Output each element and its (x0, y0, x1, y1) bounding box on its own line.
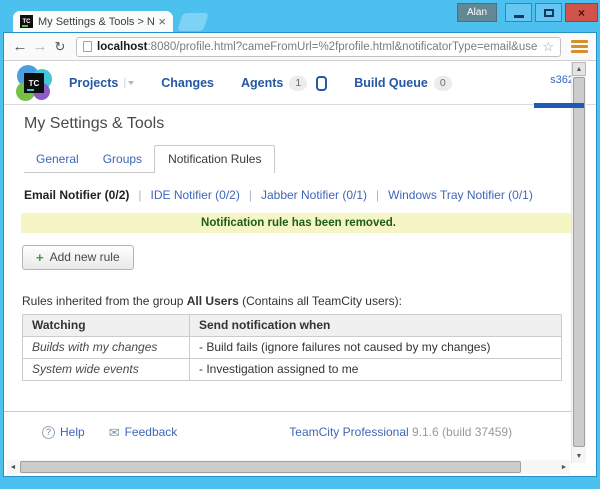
notifier-jabber[interactable]: Jabber Notifier (0/1) (261, 188, 367, 202)
table-row: Builds with my changes - Build fails (ig… (23, 337, 562, 359)
header-accent-bar (534, 103, 584, 108)
minimize-button[interactable] (505, 3, 532, 22)
add-new-rule-label: Add new rule (50, 250, 120, 264)
column-send-when: Send notification when (190, 315, 562, 337)
browser-tab[interactable]: TC My Settings & Tools > No × (13, 11, 173, 32)
menu-icon[interactable] (571, 40, 588, 53)
version-text: 9.1.6 (build 37459) (412, 425, 512, 439)
plus-icon: + (36, 251, 44, 264)
scroll-right-icon[interactable]: ► (558, 460, 570, 474)
tab-general[interactable]: General (24, 147, 91, 172)
horizontal-scrollbar-thumb[interactable] (20, 461, 521, 473)
bookmark-star-icon[interactable]: ☆ (542, 40, 554, 53)
scroll-down-icon[interactable]: ▼ (572, 449, 586, 463)
window-controls: Alan × (457, 3, 598, 22)
nav-build-queue[interactable]: Build Queue (354, 76, 428, 90)
url-text[interactable]: localhost:8080/profile.html?cameFromUrl=… (97, 41, 537, 53)
product-link[interactable]: TeamCity Professional (289, 425, 408, 439)
page-icon (83, 41, 92, 52)
teamcity-header: TC Projects | Changes Agents 1 Build Que… (4, 62, 596, 105)
add-new-rule-button[interactable]: + Add new rule (22, 245, 134, 270)
notifier-ide[interactable]: IDE Notifier (0/2) (150, 188, 239, 202)
maximize-button[interactable] (535, 3, 562, 22)
teamcity-logo-icon: TC (24, 73, 44, 93)
page-title: My Settings & Tools (24, 115, 576, 133)
notifier-email[interactable]: Email Notifier (0/2) (24, 188, 129, 202)
maximize-icon (544, 9, 554, 17)
tab-notification-rules[interactable]: Notification Rules (154, 145, 275, 173)
page-footer: ? Help ✉ Feedback TeamCity Professional … (4, 411, 572, 439)
url-host: localhost (97, 41, 147, 53)
user-badge[interactable]: Alan (457, 3, 497, 22)
chevron-down-icon[interactable] (128, 81, 134, 85)
rules-table: Watching Send notification when Builds w… (22, 314, 562, 381)
settings-page: My Settings & Tools General Groups Notif… (4, 105, 596, 381)
nav-separator: | (123, 77, 126, 89)
tab-close-icon[interactable]: × (158, 15, 166, 28)
notifier-windows-tray[interactable]: Windows Tray Notifier (0/1) (388, 188, 533, 202)
scroll-left-icon[interactable]: ◄ (7, 460, 19, 474)
main-nav: Projects | Changes Agents 1 Build Queue … (69, 76, 479, 91)
close-icon: × (578, 7, 585, 19)
settings-tabs: General Groups Notification Rules (24, 145, 275, 173)
product-info: TeamCity Professional 9.1.6 (build 37459… (289, 425, 512, 439)
help-icon: ? (42, 426, 55, 439)
browser-window: ← → ↻ localhost:8080/profile.html?cameFr… (3, 32, 597, 477)
close-button[interactable]: × (565, 3, 598, 22)
vertical-scrollbar-thumb[interactable] (573, 77, 585, 447)
forward-icon[interactable]: → (30, 39, 50, 54)
reload-icon[interactable]: ↻ (50, 40, 70, 53)
tab-groups[interactable]: Groups (91, 147, 154, 172)
success-message: Notification rule has been removed. (21, 213, 576, 233)
vertical-scrollbar[interactable]: ▲ ▼ (571, 62, 586, 463)
help-link[interactable]: ? Help (42, 425, 85, 439)
nav-changes[interactable]: Changes (161, 76, 214, 90)
page-viewport: TC Projects | Changes Agents 1 Build Que… (4, 62, 596, 476)
inherited-rules-text: Rules inherited from the group All Users… (22, 294, 576, 308)
back-icon[interactable]: ← (10, 39, 30, 54)
feedback-link[interactable]: ✉ Feedback (109, 425, 178, 439)
table-header-row: Watching Send notification when (23, 315, 562, 337)
nav-projects[interactable]: Projects (69, 76, 118, 90)
horizontal-scrollbar[interactable]: ◄ ► (7, 460, 570, 474)
browser-toolbar: ← → ↻ localhost:8080/profile.html?cameFr… (4, 33, 596, 61)
window: { "titlebar": { "user": "Alan" }, "icons… (0, 0, 600, 489)
address-bar[interactable]: localhost:8080/profile.html?cameFromUrl=… (76, 37, 561, 57)
tab-title: My Settings & Tools > No (38, 16, 154, 28)
column-watching: Watching (23, 315, 190, 337)
teamcity-logo[interactable]: TC (16, 65, 52, 101)
inherited-group-name: All Users (187, 294, 239, 308)
envelope-icon: ✉ (109, 426, 120, 439)
teamcity-favicon-icon: TC (20, 15, 33, 28)
nav-agents[interactable]: Agents (241, 76, 283, 90)
build-queue-count-badge: 0 (434, 76, 452, 91)
agent-screen-icon[interactable] (316, 76, 327, 91)
table-row: System wide events - Investigation assig… (23, 359, 562, 381)
notifier-tabs: Email Notifier (0/2) | IDE Notifier (0/2… (24, 188, 576, 202)
scroll-up-icon[interactable]: ▲ (572, 62, 586, 76)
minimize-icon (514, 15, 524, 18)
agents-count-badge: 1 (289, 76, 307, 91)
url-path: :8080/profile.html?cameFromUrl=%2fprofil… (147, 41, 537, 53)
